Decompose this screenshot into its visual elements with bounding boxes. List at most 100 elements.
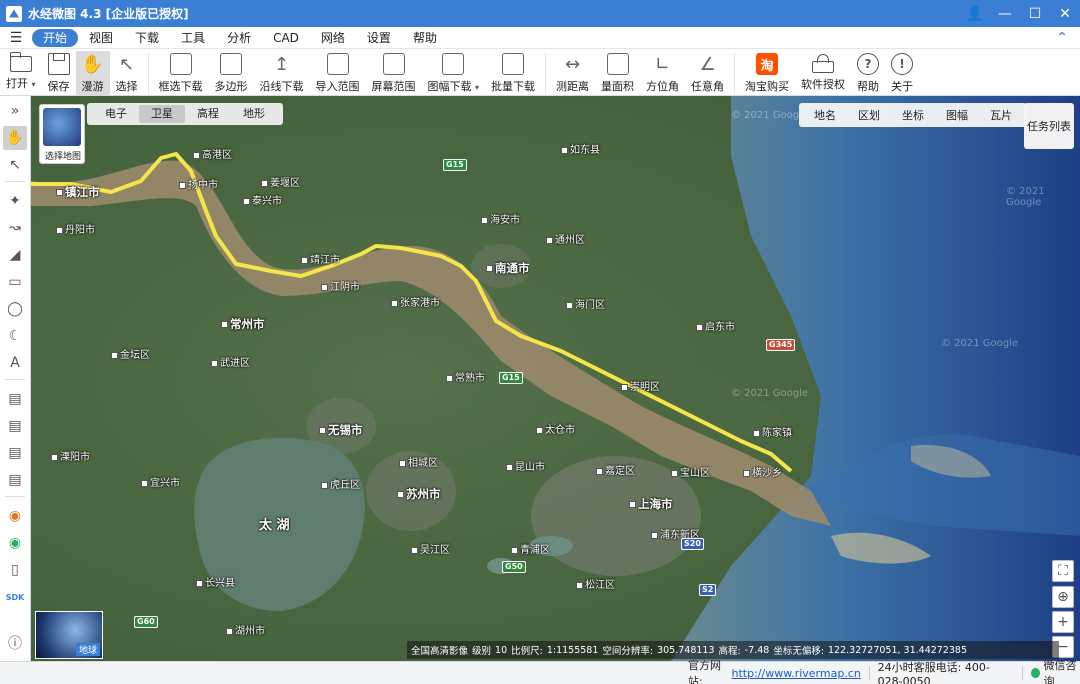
ribbon-toolbar: 打开 ▾ 保存 ✋ 漫游 ↖ 选择 框选下载 多边形 ↥ 沿线下载 导入范围 屏…: [0, 49, 1080, 96]
area-draw-icon[interactable]: ◢: [3, 243, 27, 267]
tab-district[interactable]: 区划: [847, 107, 891, 123]
pan-tool-icon[interactable]: ✋: [3, 126, 27, 150]
maximize-button[interactable]: ☐: [1020, 0, 1050, 27]
phone-icon[interactable]: ▯: [3, 558, 27, 582]
menu-cad[interactable]: CAD: [262, 29, 310, 47]
map-label: 太仓市: [536, 421, 575, 436]
taobao-buy-button[interactable]: 淘 淘宝购买: [739, 51, 795, 95]
angle-icon: ∠: [699, 53, 716, 75]
help-circle-icon[interactable]: ⓘ: [3, 631, 27, 655]
license-button[interactable]: 软件授权: [795, 51, 851, 95]
map-label: 常熟市: [446, 369, 485, 384]
layer-tab-elevation[interactable]: 高程: [185, 105, 231, 123]
task-list-button[interactable]: 任务列表: [1024, 103, 1074, 149]
tab-map-sheet[interactable]: 图幅: [935, 107, 979, 123]
polygon-label: 多边形: [214, 80, 248, 93]
wechat-icon: [1031, 668, 1040, 678]
azimuth-label: 方位角: [646, 80, 680, 93]
import-range-button[interactable]: 导入范围: [310, 51, 366, 95]
scale-value: 1:1155581: [546, 644, 599, 656]
point-marker-icon[interactable]: ✦: [3, 189, 27, 213]
rectangle-icon[interactable]: ▭: [3, 270, 27, 294]
menu-settings[interactable]: 设置: [356, 29, 402, 47]
menu-download[interactable]: 下载: [124, 29, 170, 47]
license-label: 软件授权: [801, 78, 846, 91]
minimize-button[interactable]: —: [990, 0, 1020, 27]
map-label: 宝山区: [671, 464, 710, 479]
lock-icon: [812, 54, 835, 73]
map-view[interactable]: 镇江市 扬中市 高港区 泰兴市 靖江市 南通市 如东县 海门区 启东市 常州市 …: [31, 96, 1080, 661]
tab-tile[interactable]: 瓦片: [979, 107, 1023, 123]
measure-distance-label: 测距离: [556, 80, 590, 93]
select-tool-icon[interactable]: ↖: [3, 153, 27, 177]
locate-icon[interactable]: ⊕: [1052, 586, 1074, 608]
title-bar: 水经微图 4.3 [企业版已授权] 👤 — ☐ ✕: [0, 0, 1080, 27]
ruler-icon: ↔: [564, 53, 581, 75]
measure-area-button[interactable]: 量面积: [595, 51, 640, 95]
wechat-consult-link[interactable]: 微信咨询: [1044, 657, 1080, 684]
map-label: 丹阳市: [56, 221, 95, 236]
polygon-icon: [220, 53, 243, 75]
measure-distance-button[interactable]: ↔ 测距离: [550, 51, 595, 95]
tab-place-name[interactable]: 地名: [803, 107, 847, 123]
layer-tab-electronic[interactable]: 电子: [93, 105, 139, 123]
layer-tab-terrain[interactable]: 地形: [231, 105, 277, 123]
select-label: 选择: [115, 80, 138, 93]
user-icon[interactable]: 👤: [960, 0, 990, 27]
globe-color-icon[interactable]: ◉: [3, 504, 27, 528]
screen-range-button[interactable]: 屏幕范围: [366, 51, 422, 95]
help-button[interactable]: ? 帮助: [851, 51, 885, 95]
line-draw-icon[interactable]: ↝: [3, 216, 27, 240]
along-line-download-button[interactable]: ↥ 沿线下载: [254, 51, 310, 95]
road-shield: G60: [134, 616, 158, 628]
layer-stack-icon[interactable]: ▤: [3, 414, 27, 438]
earth-view-button[interactable]: 地球: [35, 611, 103, 659]
map-label: 江阴市: [321, 278, 360, 293]
menu-view[interactable]: 视图: [78, 29, 124, 47]
tab-coordinate[interactable]: 坐标: [891, 107, 935, 123]
map-label: 相城区: [399, 454, 438, 469]
box-download-button[interactable]: 框选下载: [153, 51, 209, 95]
any-angle-button[interactable]: ∠ 任意角: [685, 51, 730, 95]
polygon-button[interactable]: 多边形: [209, 51, 254, 95]
sheet-download-button[interactable]: 图幅下载 ▾: [422, 51, 486, 95]
text-tool-icon[interactable]: A: [3, 351, 27, 375]
menu-network[interactable]: 网络: [310, 29, 356, 47]
batch-download-button[interactable]: 批量下载: [485, 51, 541, 95]
profile-icon[interactable]: ▤: [3, 468, 27, 492]
link-icon[interactable]: ◉: [3, 531, 27, 555]
select-map-button[interactable]: 选择地图: [39, 104, 85, 164]
pan-button[interactable]: ✋ 漫游: [75, 51, 110, 95]
map-label: 长兴县: [196, 574, 235, 589]
about-button[interactable]: ! 关于: [885, 51, 919, 95]
menu-start[interactable]: 开始: [32, 28, 79, 47]
site-link[interactable]: http://www.rivermap.cn: [732, 667, 861, 680]
menu-tools[interactable]: 工具: [170, 29, 216, 47]
map-label: 扬中市: [179, 176, 218, 191]
taobao-icon: 淘: [756, 53, 779, 75]
map-label: 泰兴市: [243, 192, 282, 207]
crescent-icon[interactable]: ☾: [3, 324, 27, 348]
save-button[interactable]: 保存: [42, 51, 76, 95]
map-label: 虎丘区: [321, 476, 360, 491]
layer-tab-satellite[interactable]: 卫星: [139, 105, 185, 123]
circle-icon[interactable]: ◯: [3, 297, 27, 321]
azimuth-button[interactable]: ∟ 方位角: [640, 51, 685, 95]
hamburger-menu-icon[interactable]: ☰: [0, 30, 32, 46]
collapse-ribbon-icon[interactable]: ⌃: [1056, 30, 1068, 46]
hotline-text: 24小时客服电话: 400-028-0050: [877, 660, 990, 684]
open-button[interactable]: 打开 ▾: [0, 51, 42, 95]
hand-icon: ✋: [81, 53, 104, 75]
menu-analysis[interactable]: 分析: [216, 29, 262, 47]
menu-help[interactable]: 帮助: [402, 29, 448, 47]
select-button[interactable]: ↖ 选择: [110, 51, 144, 95]
zoom-in-button[interactable]: +: [1052, 611, 1074, 633]
level-value: 10: [495, 644, 508, 656]
lake-label: 太 湖: [259, 518, 290, 533]
measure-ruler-icon[interactable]: ▤: [3, 387, 27, 411]
expand-panel-icon[interactable]: »: [3, 99, 27, 123]
close-button[interactable]: ✕: [1050, 0, 1080, 27]
fullscreen-icon[interactable]: ⛶: [1052, 560, 1074, 582]
sdk-icon[interactable]: SDK: [3, 585, 27, 609]
elevation-icon[interactable]: ▤: [3, 441, 27, 465]
